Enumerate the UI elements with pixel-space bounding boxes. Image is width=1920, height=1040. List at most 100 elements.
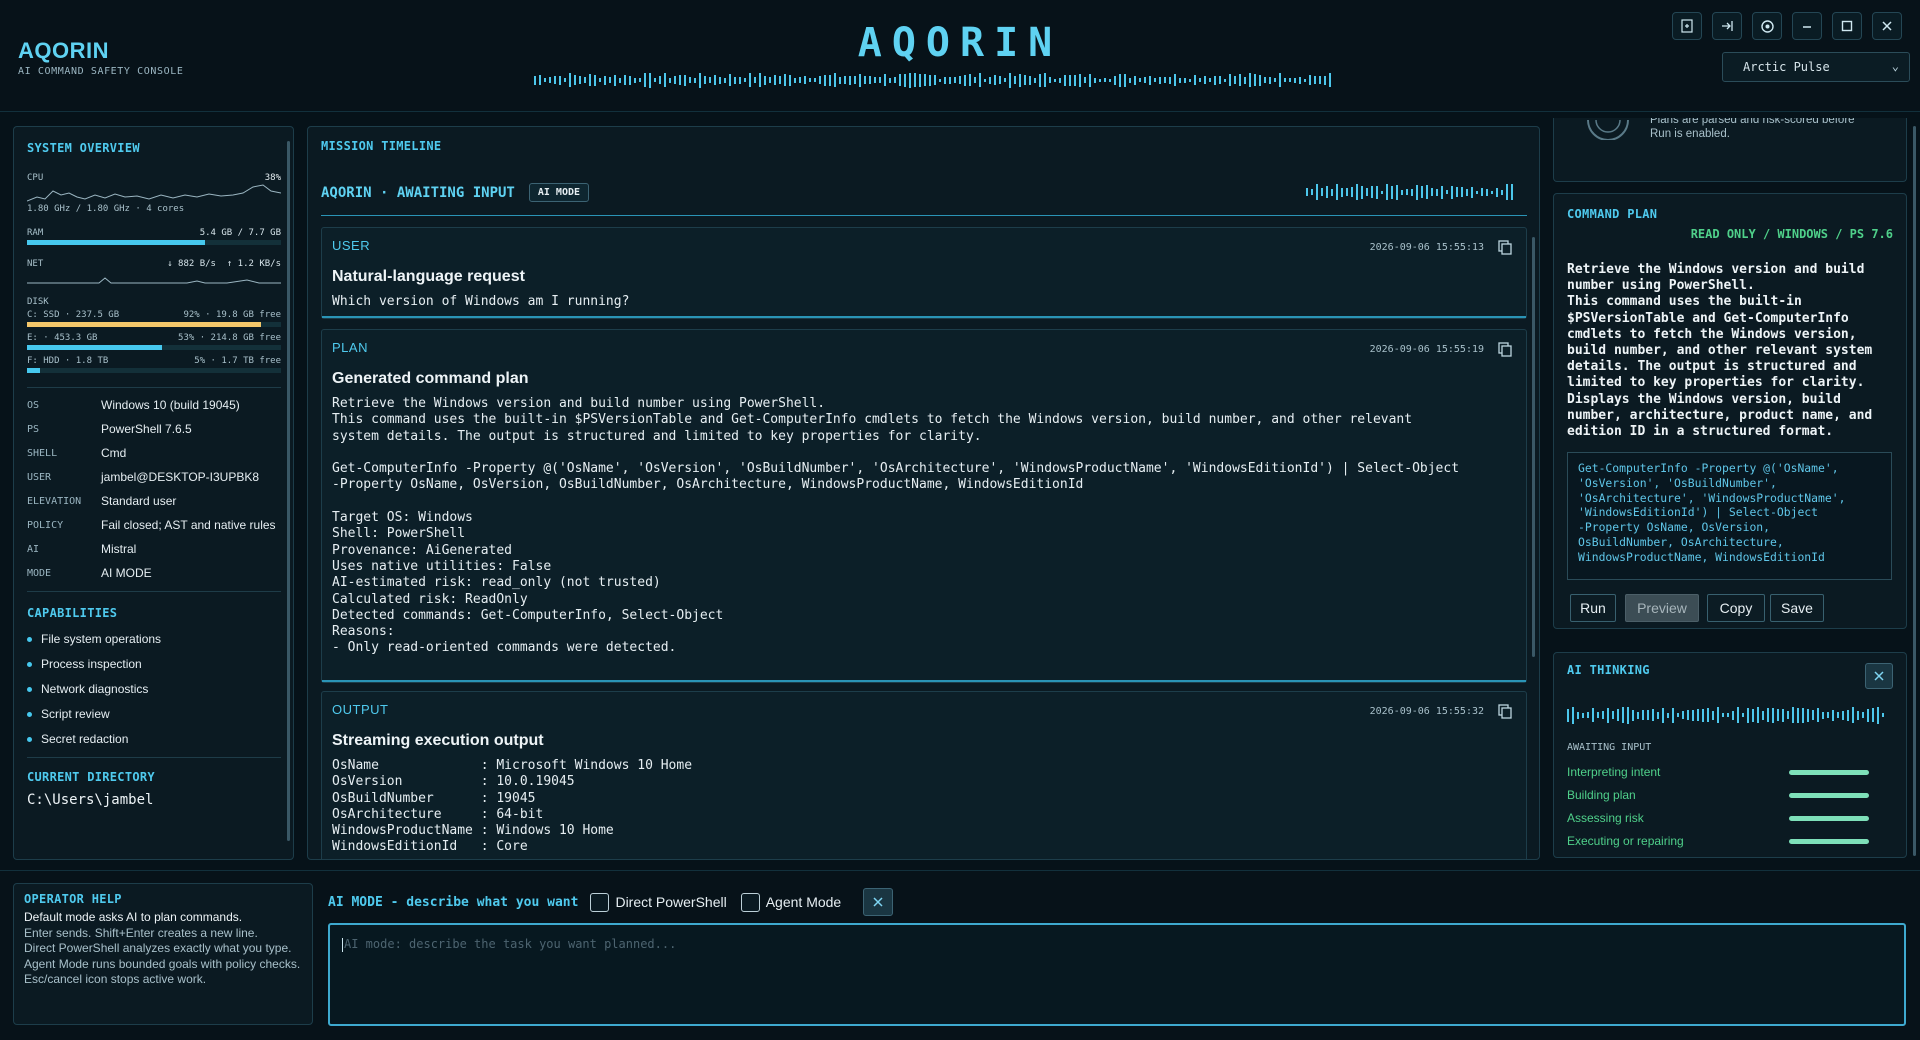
wave-bar xyxy=(709,77,711,83)
plan-description: Retrieve the Windows version and build n… xyxy=(1567,262,1873,440)
mode-pill: AI MODE xyxy=(528,183,590,202)
system-overview-panel: SYSTEM OVERVIEW CPU 38% 1.80 GHz / 1.80 … xyxy=(13,126,294,860)
wave-bar xyxy=(1044,73,1046,87)
wave-bar xyxy=(774,75,776,85)
copy-icon[interactable] xyxy=(1498,704,1512,719)
wave-bar xyxy=(594,74,596,86)
entry-heading: Generated command plan xyxy=(332,370,529,387)
system-info-value: Fail closed; AST and native rules xyxy=(101,518,276,532)
system-info-value: Cmd xyxy=(101,446,127,460)
copy-button[interactable]: Copy xyxy=(1707,594,1765,622)
wave-bar xyxy=(1406,189,1408,195)
wave-bar xyxy=(1647,710,1649,720)
wave-bar xyxy=(1511,184,1513,200)
theme-select[interactable]: Arctic Pulse ⌄ xyxy=(1722,52,1910,82)
wave-bar xyxy=(1852,707,1854,723)
wave-bar xyxy=(1014,76,1016,84)
agent-mode-checkbox[interactable] xyxy=(740,892,760,912)
wave-bar xyxy=(1289,78,1291,82)
timeline-scrollbar[interactable] xyxy=(1532,237,1535,657)
wave-bar xyxy=(1204,76,1206,84)
export-icon[interactable] xyxy=(1672,12,1702,40)
timeline-status-text: AQORIN · AWAITING INPUT xyxy=(321,184,515,201)
entry-heading: Streaming execution output xyxy=(332,732,544,749)
entry-timestamp: 2026-09-06 15:55:19 xyxy=(1369,344,1484,355)
wave-bar xyxy=(854,76,856,84)
wave-bar xyxy=(949,76,951,84)
wave-bar xyxy=(1024,75,1026,85)
settings-icon[interactable] xyxy=(1752,12,1782,40)
cpu-percent: 38% xyxy=(264,173,281,183)
prompt-input[interactable]: AI mode: describe the task you want plan… xyxy=(328,923,1906,1026)
wave-bar xyxy=(1179,77,1181,83)
mode-bar: AI MODE - describe what you want Direct … xyxy=(328,888,894,916)
wave-bar xyxy=(1376,185,1378,199)
preview-button[interactable]: Preview xyxy=(1625,594,1699,622)
cancel-button[interactable] xyxy=(863,888,894,916)
maximize-icon[interactable] xyxy=(1832,12,1862,40)
wave-bar xyxy=(899,74,901,86)
command-plan-title: COMMAND PLAN xyxy=(1567,207,1658,221)
wave-bar xyxy=(744,78,746,82)
text-caret xyxy=(342,937,343,952)
wave-bar xyxy=(1064,74,1066,86)
wave-bar xyxy=(1592,708,1594,722)
wave-bar xyxy=(1396,184,1398,200)
ram-label: RAM xyxy=(27,228,44,238)
capability-label: File system operations xyxy=(41,632,162,646)
save-button[interactable]: Save xyxy=(1770,594,1824,622)
wave-bar xyxy=(1274,78,1276,82)
wave-bar xyxy=(1279,73,1281,87)
disk-row: E: · 453.3 GB 53% · 214.8 GB free xyxy=(27,333,281,343)
wave-bar xyxy=(1119,73,1121,87)
wave-bar xyxy=(1762,710,1764,720)
app-header: AQORIN AI COMMAND SAFETY CONSOLE AQORIN … xyxy=(0,0,1920,112)
wave-bar xyxy=(1702,708,1704,722)
wave-bar xyxy=(1637,711,1639,719)
wave-bar xyxy=(1577,711,1579,719)
entry-body: Retrieve the Windows version and build n… xyxy=(332,396,1460,656)
wave-bar xyxy=(694,77,696,83)
wave-bar xyxy=(1742,713,1744,717)
system-info-key: ELEVATION xyxy=(27,496,82,507)
minimize-icon[interactable] xyxy=(1792,12,1822,40)
wave-bar xyxy=(579,76,581,84)
wave-bar xyxy=(1164,77,1166,83)
run-button[interactable]: Run xyxy=(1570,594,1616,622)
bullet-icon xyxy=(27,736,32,742)
chevron-down-icon: ⌄ xyxy=(1891,59,1899,73)
wave-bar xyxy=(1862,712,1864,718)
cpu-sparkline xyxy=(27,184,281,202)
wave-bar xyxy=(829,74,831,86)
right-scrollbar[interactable] xyxy=(1913,126,1916,856)
direct-powershell-checkbox[interactable] xyxy=(590,892,610,912)
wave-bar xyxy=(779,76,781,84)
wave-bar xyxy=(1104,78,1106,82)
plan-info-panel: Plans are parsed and risk-scored before … xyxy=(1553,118,1907,182)
wave-bar xyxy=(704,76,706,84)
wave-bar xyxy=(719,76,721,84)
wave-bar xyxy=(1244,76,1246,84)
wave-bar xyxy=(1249,73,1251,87)
divider xyxy=(321,215,1527,216)
wave-bar xyxy=(1642,710,1644,720)
plan-code-box[interactable]: Get-ComputerInfo -Property @('OsName', '… xyxy=(1567,452,1892,580)
copy-icon[interactable] xyxy=(1498,342,1512,357)
copy-icon[interactable] xyxy=(1498,240,1512,255)
wave-bar xyxy=(614,74,616,86)
wave-bar xyxy=(1431,188,1433,196)
wave-bar xyxy=(989,76,991,84)
wave-bar xyxy=(1381,190,1383,194)
left-scrollbar[interactable] xyxy=(287,141,290,841)
mission-timeline-title: MISSION TIMELINE xyxy=(321,139,442,153)
wave-bar xyxy=(1319,76,1321,84)
close-icon xyxy=(873,897,883,907)
close-icon[interactable] xyxy=(1872,12,1902,40)
wave-bar xyxy=(1617,709,1619,721)
close-thinking-button[interactable] xyxy=(1865,663,1893,689)
operator-help-panel: OPERATOR HELP Default mode asks AI to pl… xyxy=(13,883,313,1025)
wave-bar xyxy=(824,74,826,86)
signout-icon[interactable] xyxy=(1712,12,1742,40)
system-info-value: Mistral xyxy=(101,542,137,556)
wave-bar xyxy=(539,75,541,85)
